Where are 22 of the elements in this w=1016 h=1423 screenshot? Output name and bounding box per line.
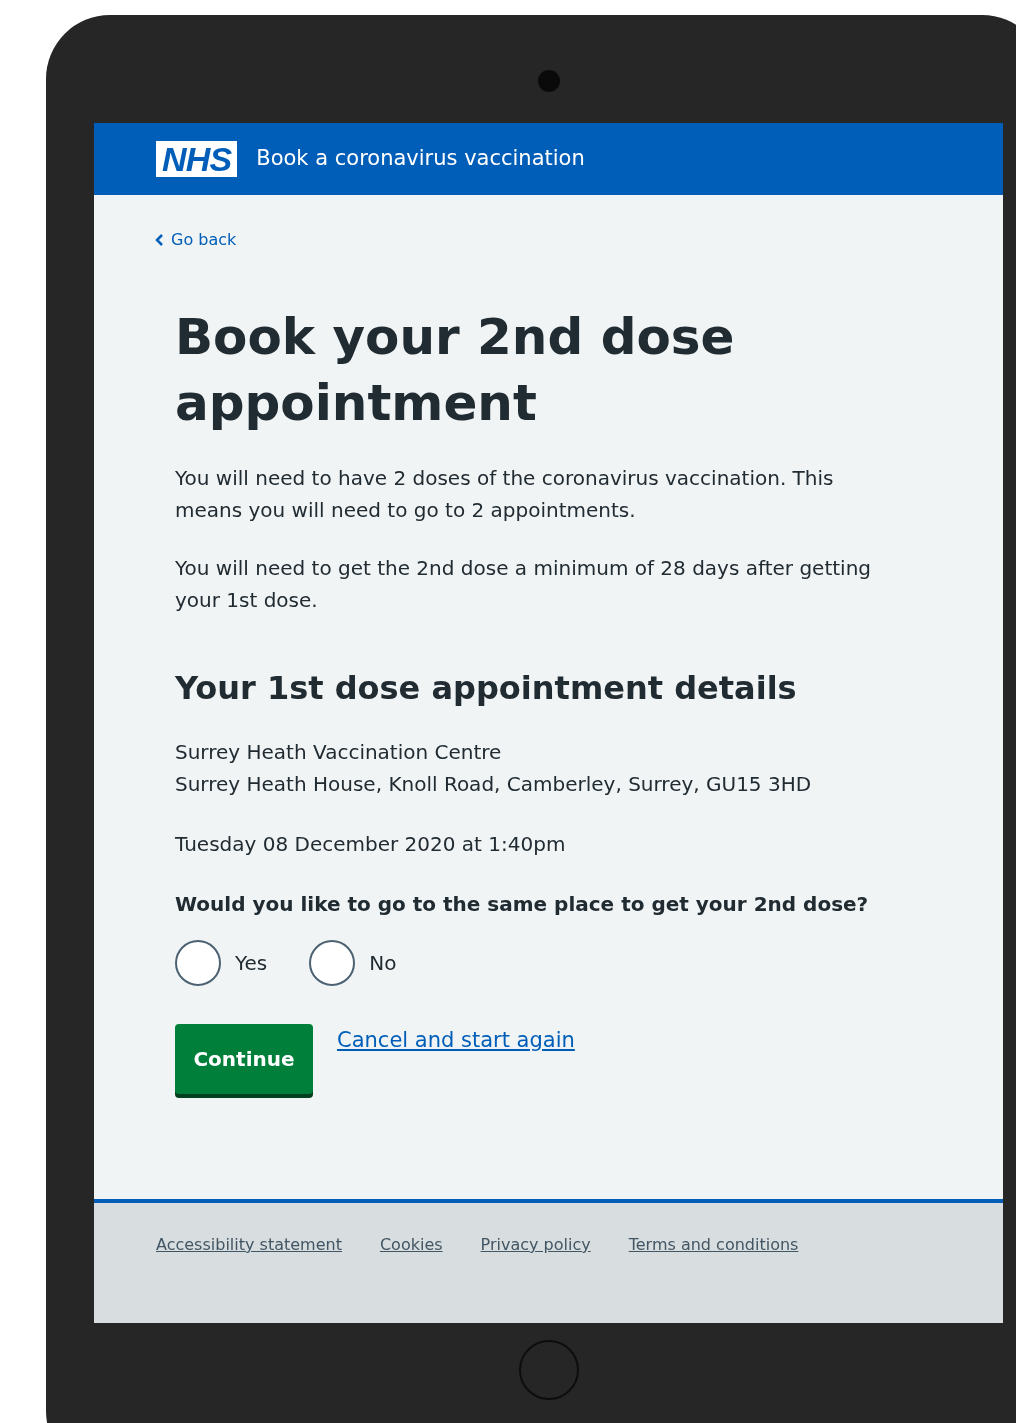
centre-address: Surrey Heath House, Knoll Road, Camberley, Surrey, GU15 3HD <box>175 771 813 798</box>
radio-button[interactable] <box>309 940 356 986</box>
page-heading: Book your 2nd dose appointment <box>175 307 736 434</box>
radio-button[interactable] <box>175 940 221 986</box>
chevron-left-icon <box>155 234 165 246</box>
camera-icon <box>537 70 560 92</box>
body-paragraph: You will need to have 2 doses of the coronavirus vaccination. This means you will need to go to 2 appointments. <box>175 465 835 524</box>
nhs-logo: NHS <box>156 141 238 177</box>
section-heading: Your 1st dose appointment details <box>175 668 798 708</box>
footer-link[interactable]: Accessibility statement <box>156 1233 342 1257</box>
back-link[interactable]: Go back <box>155 228 237 252</box>
appointment-datetime: Tuesday 08 December 2020 at 1:40pm <box>175 831 567 858</box>
radio-option[interactable]: Yes <box>175 940 268 986</box>
cancel-link[interactable]: Cancel and start again <box>337 1024 575 1056</box>
body-paragraph: You will need to get the 2nd dose a minimum of 28 days after getting your 1st dose. <box>175 555 872 614</box>
centre-name: Surrey Heath Vaccination Centre <box>175 739 503 766</box>
question-label: Would you like to go to the same place to get your 2nd dose? <box>175 891 870 918</box>
site-title: Book a coronavirus vaccination <box>256 145 585 173</box>
footer-link[interactable]: Privacy policy <box>480 1233 591 1257</box>
footer-link[interactable]: Terms and conditions <box>628 1233 799 1257</box>
footer-link[interactable]: Cookies <box>379 1233 443 1257</box>
radio-option[interactable]: No <box>309 940 397 986</box>
